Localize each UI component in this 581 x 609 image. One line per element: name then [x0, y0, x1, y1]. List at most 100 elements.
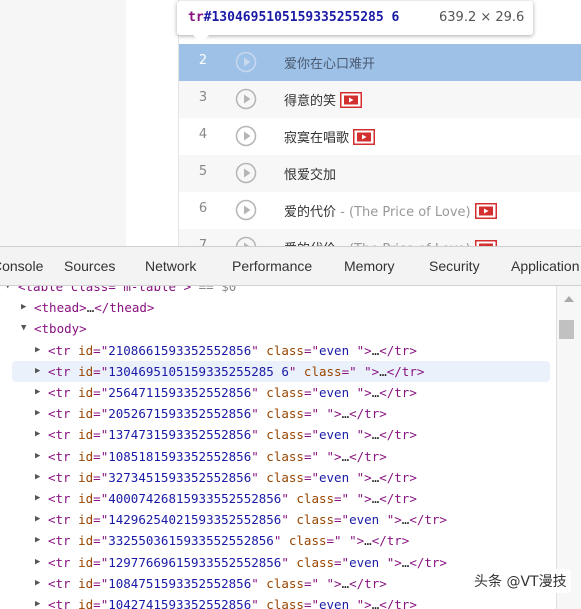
song-number: 5: [198, 164, 208, 179]
expand-arrow-icon[interactable]: ▶: [35, 573, 40, 594]
mv-video-icon[interactable]: [340, 92, 363, 108]
song-title[interactable]: 爱你在心口难开: [284, 53, 375, 72]
attr-name-id: id: [78, 427, 94, 443]
dom-node-markup: <tr id="2564711593352552856" class="even…: [48, 382, 417, 403]
dom-tree-scrollbar[interactable]: [556, 286, 581, 609]
song-title[interactable]: 爱的代价 - (The Price of Love): [284, 201, 497, 220]
tooltip-arrow: [192, 34, 210, 43]
collapsed-ellipsis: …: [379, 363, 387, 379]
collapse-arrow-icon[interactable]: ▼: [5, 286, 10, 297]
play-icon[interactable]: [235, 162, 257, 184]
play-icon[interactable]: [235, 88, 257, 110]
dom-node-tr[interactable]: ▶ <tr id="40007426815933552552856" class=…: [0, 488, 556, 509]
play-icon[interactable]: [235, 125, 257, 147]
dom-node-tr[interactable]: ▶ <tr id="2052671593352552856" class=" ">…: [0, 403, 556, 424]
attr-name-class: class: [288, 533, 327, 549]
expand-arrow-icon[interactable]: ▶: [35, 361, 40, 382]
dom-node-tr[interactable]: ▶ <tr id="1085181593352552856" class=" ">…: [0, 446, 556, 467]
song-row[interactable]: 4 寂寞在唱歌: [179, 118, 581, 155]
collapse-arrow-icon[interactable]: ▼: [21, 318, 26, 339]
dom-node-tr[interactable]: ▶ <tr id="1042741593352552856" class="eve…: [0, 594, 556, 609]
tr-tag-open: <tr: [48, 385, 79, 400]
dom-node-tbody[interactable]: ▼ <tbody>: [0, 318, 556, 339]
expand-arrow-icon[interactable]: ▶: [35, 594, 40, 609]
attr-value-class: [342, 533, 350, 548]
song-row[interactable]: 6 爱的代价 - (The Price of Love): [179, 192, 581, 229]
expand-arrow-icon[interactable]: ▶: [35, 488, 40, 509]
song-row[interactable]: 7 爱的代价 - (The Price of Love): [179, 229, 581, 246]
tooltip-dimensions: 639.2 × 29.6: [439, 10, 525, 25]
dom-node-table[interactable]: ▼ <table class="m-table"> == $0: [0, 286, 556, 297]
tr-tag-close: </tr>: [371, 533, 410, 549]
song-row[interactable]: 5 恨爱交加: [179, 155, 581, 192]
play-icon[interactable]: [235, 51, 257, 73]
tab-performance[interactable]: Performance: [232, 258, 312, 274]
expand-arrow-icon[interactable]: ▶: [35, 467, 40, 488]
tab-application[interactable]: Application: [511, 258, 580, 274]
song-title-text[interactable]: 爱的代价: [284, 205, 336, 220]
tab-sources[interactable]: Sources: [64, 258, 115, 274]
expand-arrow-icon[interactable]: ▶: [21, 297, 26, 318]
attr-name-class: class: [266, 385, 304, 400]
tab-network[interactable]: Network: [145, 258, 196, 274]
song-title-text[interactable]: 得意的笑: [284, 94, 336, 109]
attr-quote: =": [303, 342, 319, 358]
scroll-up-arrow-icon[interactable]: [564, 296, 574, 302]
attr-quote: =": [303, 469, 319, 485]
dom-node-tr[interactable]: ▶ <tr id="3325503615933552552856" class="…: [0, 530, 556, 551]
page-sidebar: [0, 0, 126, 246]
dom-node-tr[interactable]: ▶ <tr id="2108661593352552856" class="eve…: [0, 340, 556, 361]
tab-security[interactable]: Security: [429, 258, 480, 274]
attr-quote: ": [251, 448, 267, 464]
mv-video-icon[interactable]: [474, 203, 497, 219]
play-icon[interactable]: [235, 236, 257, 246]
expand-arrow-icon[interactable]: ▶: [35, 382, 40, 403]
dom-node-tr[interactable]: ▶ <tr id="14296254021593352552856" class=…: [0, 509, 556, 530]
attr-value-id: 12977669615933552552856: [108, 554, 282, 570]
expand-arrow-icon[interactable]: ▶: [35, 424, 40, 445]
dom-node-markup: <tr id="1304695105159335255285 6" class=…: [48, 361, 424, 382]
attr-value-id: 3325503615933552552856: [108, 533, 274, 549]
expand-arrow-icon[interactable]: ▶: [35, 530, 40, 551]
song-row[interactable]: 2 爱你在心口难开: [179, 44, 581, 81]
play-icon[interactable]: [235, 199, 257, 221]
tr-tag-open: <tr: [48, 597, 79, 609]
dom-node-markup: <tr id="1084751593352552856" class=" ">……: [48, 573, 387, 594]
song-title-text[interactable]: 恨爱交加: [284, 168, 336, 183]
mv-video-icon[interactable]: [353, 129, 376, 145]
song-title-text[interactable]: 寂寞在唱歌: [284, 131, 349, 146]
expand-arrow-icon[interactable]: ▶: [35, 552, 40, 573]
elements-dom-tree[interactable]: ▼ <table class="m-table"> == $0 ▶ <thead>…<…: [0, 286, 556, 609]
dom-node-markup: <tr id="3273451593352552856" class="even…: [48, 467, 417, 488]
attr-value-id: 40007426815933552552856: [108, 491, 282, 506]
attr-value-class: even: [349, 554, 387, 570]
expand-arrow-icon[interactable]: ▶: [35, 509, 40, 530]
song-number: 6: [198, 201, 208, 216]
attr-quote: =": [93, 554, 109, 570]
attr-name-id: id: [78, 448, 94, 464]
tr-tag-close: </tr>: [379, 469, 417, 485]
dom-node-tr[interactable]: ▶ <tr id="1374731593352552856" class="eve…: [0, 424, 556, 445]
dom-node-thead[interactable]: ▶ <thead>…</thead>: [0, 297, 556, 318]
dom-node-tr[interactable]: ▶ <tr id="2564711593352552856" class="eve…: [0, 382, 556, 403]
song-title[interactable]: 寂寞在唱歌: [284, 127, 376, 146]
attr-quote: ">: [386, 554, 402, 570]
song-title[interactable]: 爱的代价 - (The Price of Love): [284, 238, 497, 246]
attr-name-id: id: [78, 491, 94, 506]
dom-node-tr[interactable]: ▶ <tr id="3273451593352552856" class="eve…: [0, 467, 556, 488]
song-title[interactable]: 得意的笑: [284, 90, 363, 109]
song-title[interactable]: 恨爱交加: [284, 164, 336, 183]
expand-arrow-icon[interactable]: ▶: [35, 446, 40, 467]
attr-name-class: class: [266, 448, 304, 464]
dom-node-markup: <tbody>: [34, 318, 87, 339]
scroll-thumb[interactable]: [559, 320, 574, 339]
tab-memory[interactable]: Memory: [344, 258, 395, 274]
song-row[interactable]: 3 得意的笑: [179, 81, 581, 118]
attr-quote: ">: [349, 533, 365, 549]
expand-arrow-icon[interactable]: ▶: [35, 403, 40, 424]
tab-console[interactable]: Console: [0, 258, 43, 274]
expand-arrow-icon[interactable]: ▶: [35, 340, 40, 361]
song-title-text[interactable]: 爱你在心口难开: [284, 57, 375, 72]
dom-node-tr[interactable]: ▶ <tr id="1304695105159335255285 6" class…: [12, 360, 550, 382]
